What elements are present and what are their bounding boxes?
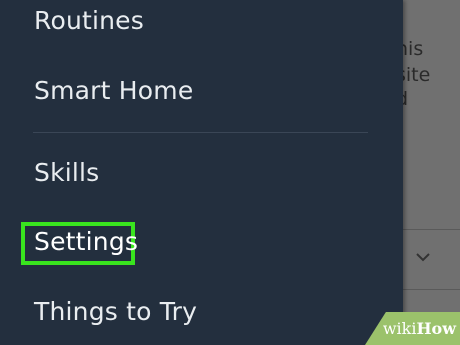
watermark-how-text: How [416,319,456,338]
menu-item-things-to-try[interactable]: Things to Try [34,297,197,327]
menu-item-skills[interactable]: Skills [34,158,99,188]
menu-item-settings[interactable]: Settings [34,227,138,257]
background-divider [400,289,460,290]
watermark-wiki-text: wiki [382,319,417,338]
menu-item-routines[interactable]: Routines [34,6,144,36]
menu-item-smart-home[interactable]: Smart Home [34,76,193,106]
chevron-down-icon[interactable] [416,252,430,262]
menu-divider [33,132,368,133]
navigation-drawer: Routines Smart Home Skills Settings Thin… [0,0,403,345]
background-divider [400,229,460,230]
